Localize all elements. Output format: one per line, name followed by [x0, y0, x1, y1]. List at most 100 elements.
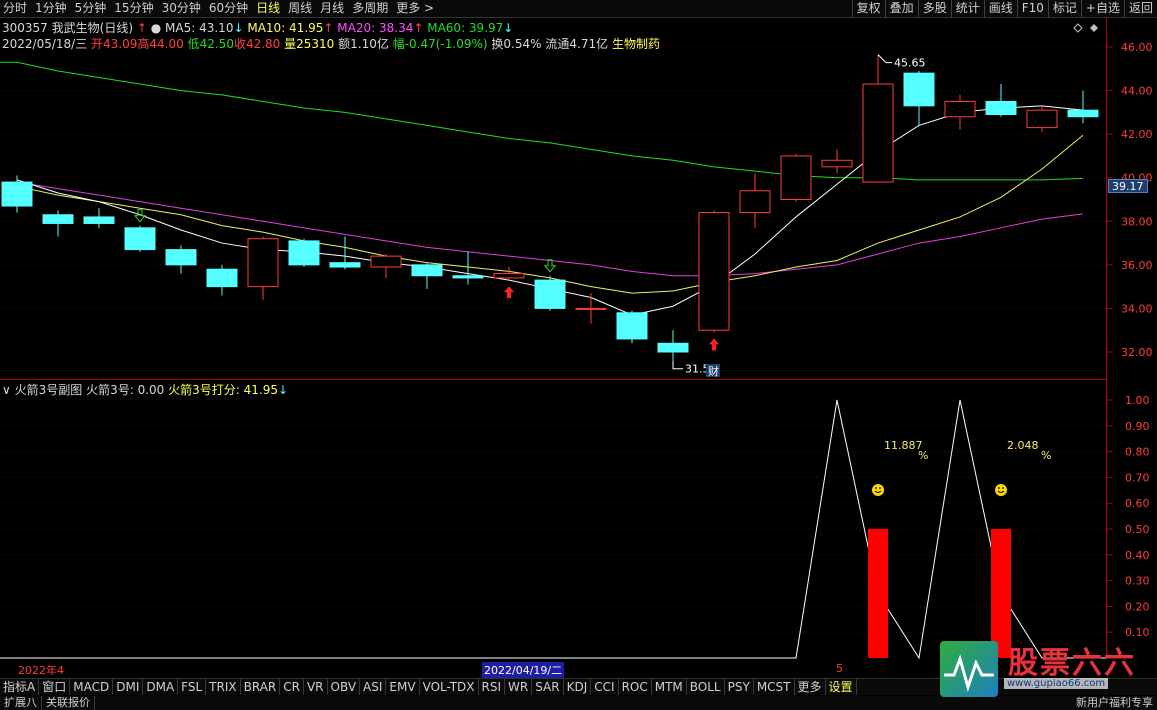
- high-price: 高44.00: [137, 37, 184, 51]
- sub-axis-label: 0.60: [1125, 497, 1150, 510]
- sector[interactable]: 生物制药: [612, 37, 660, 51]
- indicator-tab-16[interactable]: SAR: [532, 679, 564, 695]
- candle-body: [1067, 109, 1099, 118]
- indicator-tab-8[interactable]: CR: [280, 679, 304, 695]
- indicator-tab-9[interactable]: VR: [304, 679, 328, 695]
- indicator-tab-4[interactable]: DMA: [143, 679, 179, 695]
- arrow-up-icon: ↑: [136, 21, 147, 35]
- ma10-line: [16, 134, 1084, 294]
- pulse-icon: [944, 654, 994, 693]
- indicator-tab-21[interactable]: BOLL: [687, 679, 725, 695]
- sub-axis-label: 0.50: [1125, 523, 1150, 536]
- indicator-tab-24[interactable]: 更多: [795, 679, 826, 695]
- indicator-tab-3[interactable]: DMI: [113, 679, 144, 695]
- close-price: 收42.80: [233, 37, 281, 51]
- indicator-tab-22[interactable]: PSY: [725, 679, 754, 695]
- sub-indicator-name[interactable]: 火箭3号副图: [15, 383, 83, 397]
- indicator-tab-20[interactable]: MTM: [652, 679, 687, 695]
- collapse-icon[interactable]: ∨: [2, 383, 11, 397]
- candle-body: [944, 100, 976, 118]
- smiley-eye: [875, 487, 877, 489]
- high-marker: [877, 54, 892, 64]
- buy-arrow-icon: [504, 286, 514, 299]
- indicator-tab-6[interactable]: TRIX: [206, 679, 241, 695]
- indicator-tab-14[interactable]: RSI: [479, 679, 506, 695]
- candle-body: [83, 216, 115, 224]
- price-chart[interactable]: 46.0044.0042.0040.0038.0036.0034.0032.00…: [0, 0, 1157, 662]
- price-axis-label: 36.00: [1121, 259, 1153, 272]
- indicator-tab-19[interactable]: ROC: [619, 679, 652, 695]
- indicator-tab-15[interactable]: WR: [505, 679, 533, 695]
- candle-body: [903, 72, 935, 107]
- current-price-tag: 39.17: [1108, 179, 1148, 193]
- open-price: 开43.09: [91, 37, 138, 51]
- candle-body: [616, 312, 648, 340]
- stock-code: 300357: [2, 21, 48, 35]
- buy-arrow-icon: [709, 338, 719, 351]
- indicator-tab-18[interactable]: CCI: [591, 679, 619, 695]
- price-axis-label: 44.00: [1121, 85, 1153, 98]
- sub-chart-title: ∨ 火箭3号副图 火箭3号: 0.00 火箭3号打分: 41.95↓: [2, 381, 288, 398]
- indicator-tab-1[interactable]: 窗口: [39, 679, 71, 695]
- settings-icon[interactable]: ●: [151, 21, 161, 35]
- diamond-icon: [1073, 23, 1083, 33]
- candle-body: [206, 268, 238, 288]
- indicator-tab-0[interactable]: 指标A: [0, 679, 40, 695]
- arrow-down-icon: ↓: [503, 21, 514, 35]
- low-price: 低42.50: [187, 37, 234, 51]
- sub-axis-label: 0.30: [1125, 575, 1150, 588]
- change: 幅-0.47(-1.09%): [392, 37, 488, 51]
- candle-body: [370, 255, 402, 268]
- turnover: 换0.54%: [491, 37, 542, 51]
- bottom-tab-1[interactable]: 关联报价: [42, 696, 95, 710]
- candle-body: [780, 155, 812, 201]
- bottom-tab-0[interactable]: 扩展八: [0, 696, 42, 710]
- amount: 额1.10亿: [338, 37, 389, 51]
- indicator-tab-10[interactable]: OBV: [328, 679, 361, 695]
- indicator-tab-17[interactable]: KDJ: [564, 679, 592, 695]
- candle-body: [411, 264, 443, 277]
- sub-axis-label: 0.70: [1125, 471, 1150, 484]
- volume: 量25310: [284, 37, 335, 51]
- indicator-tab-23[interactable]: MCST: [754, 679, 795, 695]
- sub-value-2: 火箭3号打分: 41.95: [168, 383, 278, 397]
- price-axis-label: 32.00: [1121, 346, 1153, 359]
- date-label-right: 5: [836, 662, 843, 675]
- candle-body: [698, 212, 730, 331]
- candle-body: [247, 238, 279, 288]
- smiley-icon: [872, 484, 884, 496]
- candle-body: [329, 262, 361, 268]
- indicator-tab-25[interactable]: 设置: [826, 679, 857, 695]
- arrow-down-icon: ↓: [233, 21, 244, 35]
- candle-body: [1026, 109, 1058, 129]
- watermark-url: www.gupiao66.com: [1004, 678, 1109, 689]
- indicator-tab-12[interactable]: EMV: [386, 679, 420, 695]
- signal-percent: 11.887: [884, 439, 923, 452]
- indicator-tab-13[interactable]: VOL-TDX: [420, 679, 479, 695]
- diamond-icon: [1090, 24, 1098, 32]
- price-axis-label: 38.00: [1121, 215, 1153, 228]
- candle-body: [452, 275, 484, 279]
- smiley-icon: [995, 484, 1007, 496]
- arrow-up-icon: ↑: [323, 21, 334, 35]
- price-axis-label: 42.00: [1121, 128, 1153, 141]
- candle-body: [288, 240, 320, 266]
- smiley-eye: [1002, 487, 1004, 489]
- sub-axis-label: 1.00: [1125, 394, 1150, 407]
- watermark-text: 股票六六: [1008, 646, 1136, 681]
- candle-body: [42, 214, 74, 224]
- candle-body: [124, 227, 156, 251]
- sub-value-1: 火箭3号: 0.00: [86, 383, 165, 397]
- cai-tag: 财: [708, 364, 719, 378]
- indicator-tab-7[interactable]: BRAR: [241, 679, 281, 695]
- indicator-tab-5[interactable]: FSL: [178, 679, 207, 695]
- signal-bar: [868, 529, 888, 658]
- stock-name: 我武生物(日线): [51, 21, 134, 35]
- float-cap: 流通4.71亿: [545, 37, 609, 51]
- header-line-1: 300357 我武生物(日线) ↑ ● MA5: 43.10↓ MA10: 41…: [2, 19, 513, 36]
- ma5-label: MA5: 43.10: [165, 21, 234, 35]
- candle-body: [985, 100, 1017, 116]
- indicator-tab-2[interactable]: MACD: [70, 679, 114, 695]
- indicator-tab-11[interactable]: ASI: [360, 679, 387, 695]
- sell-arrow-icon: [543, 259, 557, 273]
